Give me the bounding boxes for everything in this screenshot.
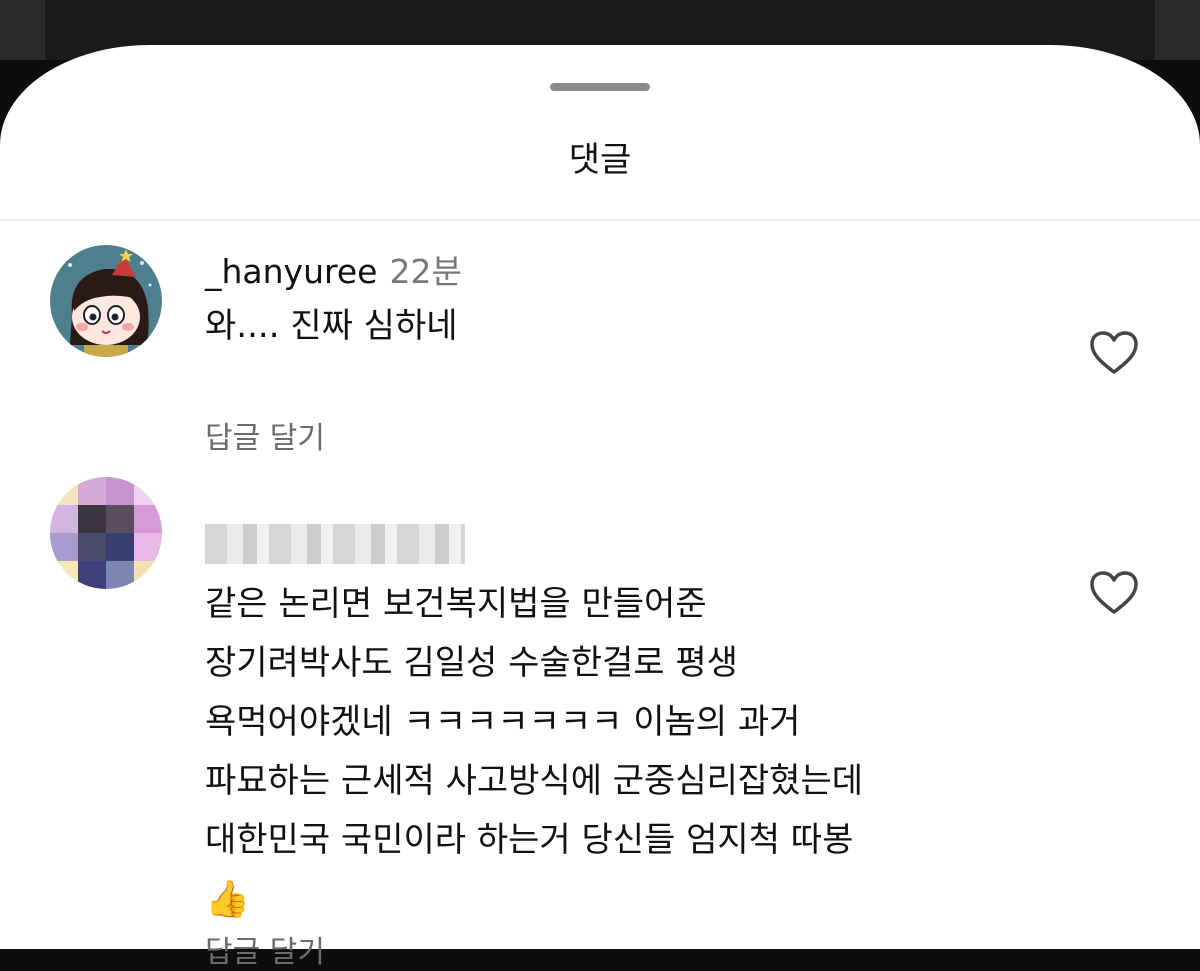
like-button[interactable]	[1088, 569, 1140, 617]
background-video-right	[1155, 0, 1200, 60]
comment-line: 같은 논리면 보건복지법을 만들어준	[205, 584, 707, 624]
comment-username[interactable]: _hanyuree 22분	[205, 245, 462, 293]
comment-time: 22분	[389, 252, 462, 291]
avatar[interactable]	[50, 245, 162, 357]
heart-outline-icon	[1090, 571, 1138, 614]
thumbs-up-icon: 👍	[205, 879, 250, 920]
username-text[interactable]: _hanyuree	[205, 252, 377, 291]
reply-button[interactable]: 답글 달기	[205, 927, 325, 971]
avatar[interactable]	[50, 477, 162, 589]
comment-line: 대한민국 국민이라 하는거 당신들 엄지척 따봉	[205, 820, 854, 860]
comment-text: 와.... 진짜 심하네	[205, 306, 458, 346]
cartoon-girl-avatar-icon	[50, 245, 162, 357]
obscured-username[interactable]	[205, 524, 465, 564]
comment-line: 파묘하는 근세적 사고방식에 군중심리잡혔는데	[205, 761, 864, 801]
sheet-title: 댓글	[568, 140, 632, 180]
comment-line: 욕먹어야겠네 ㅋㅋㅋㅋㅋㅋㅋ 이놈의 과거	[205, 702, 801, 742]
background-video-left	[0, 0, 45, 60]
comments-sheet: 댓글 _hanyuree 22분 와.... 진짜 심하네 답글 달기 같은 논…	[0, 45, 1200, 970]
divider	[0, 219, 1200, 221]
like-button[interactable]	[1088, 329, 1140, 377]
drag-handle[interactable]	[550, 83, 650, 91]
comment-emoji-line: 👍	[205, 870, 863, 930]
comment-text: 같은 논리면 보건복지법을 만들어준 장기려박사도 김일성 수술한걸로 평생 욕…	[205, 575, 863, 930]
blurred-avatar-icon	[50, 477, 162, 589]
comment-line: 장기려박사도 김일성 수술한걸로 평생	[205, 643, 738, 683]
reply-button[interactable]: 답글 달기	[205, 413, 325, 457]
heart-outline-icon	[1090, 331, 1138, 374]
